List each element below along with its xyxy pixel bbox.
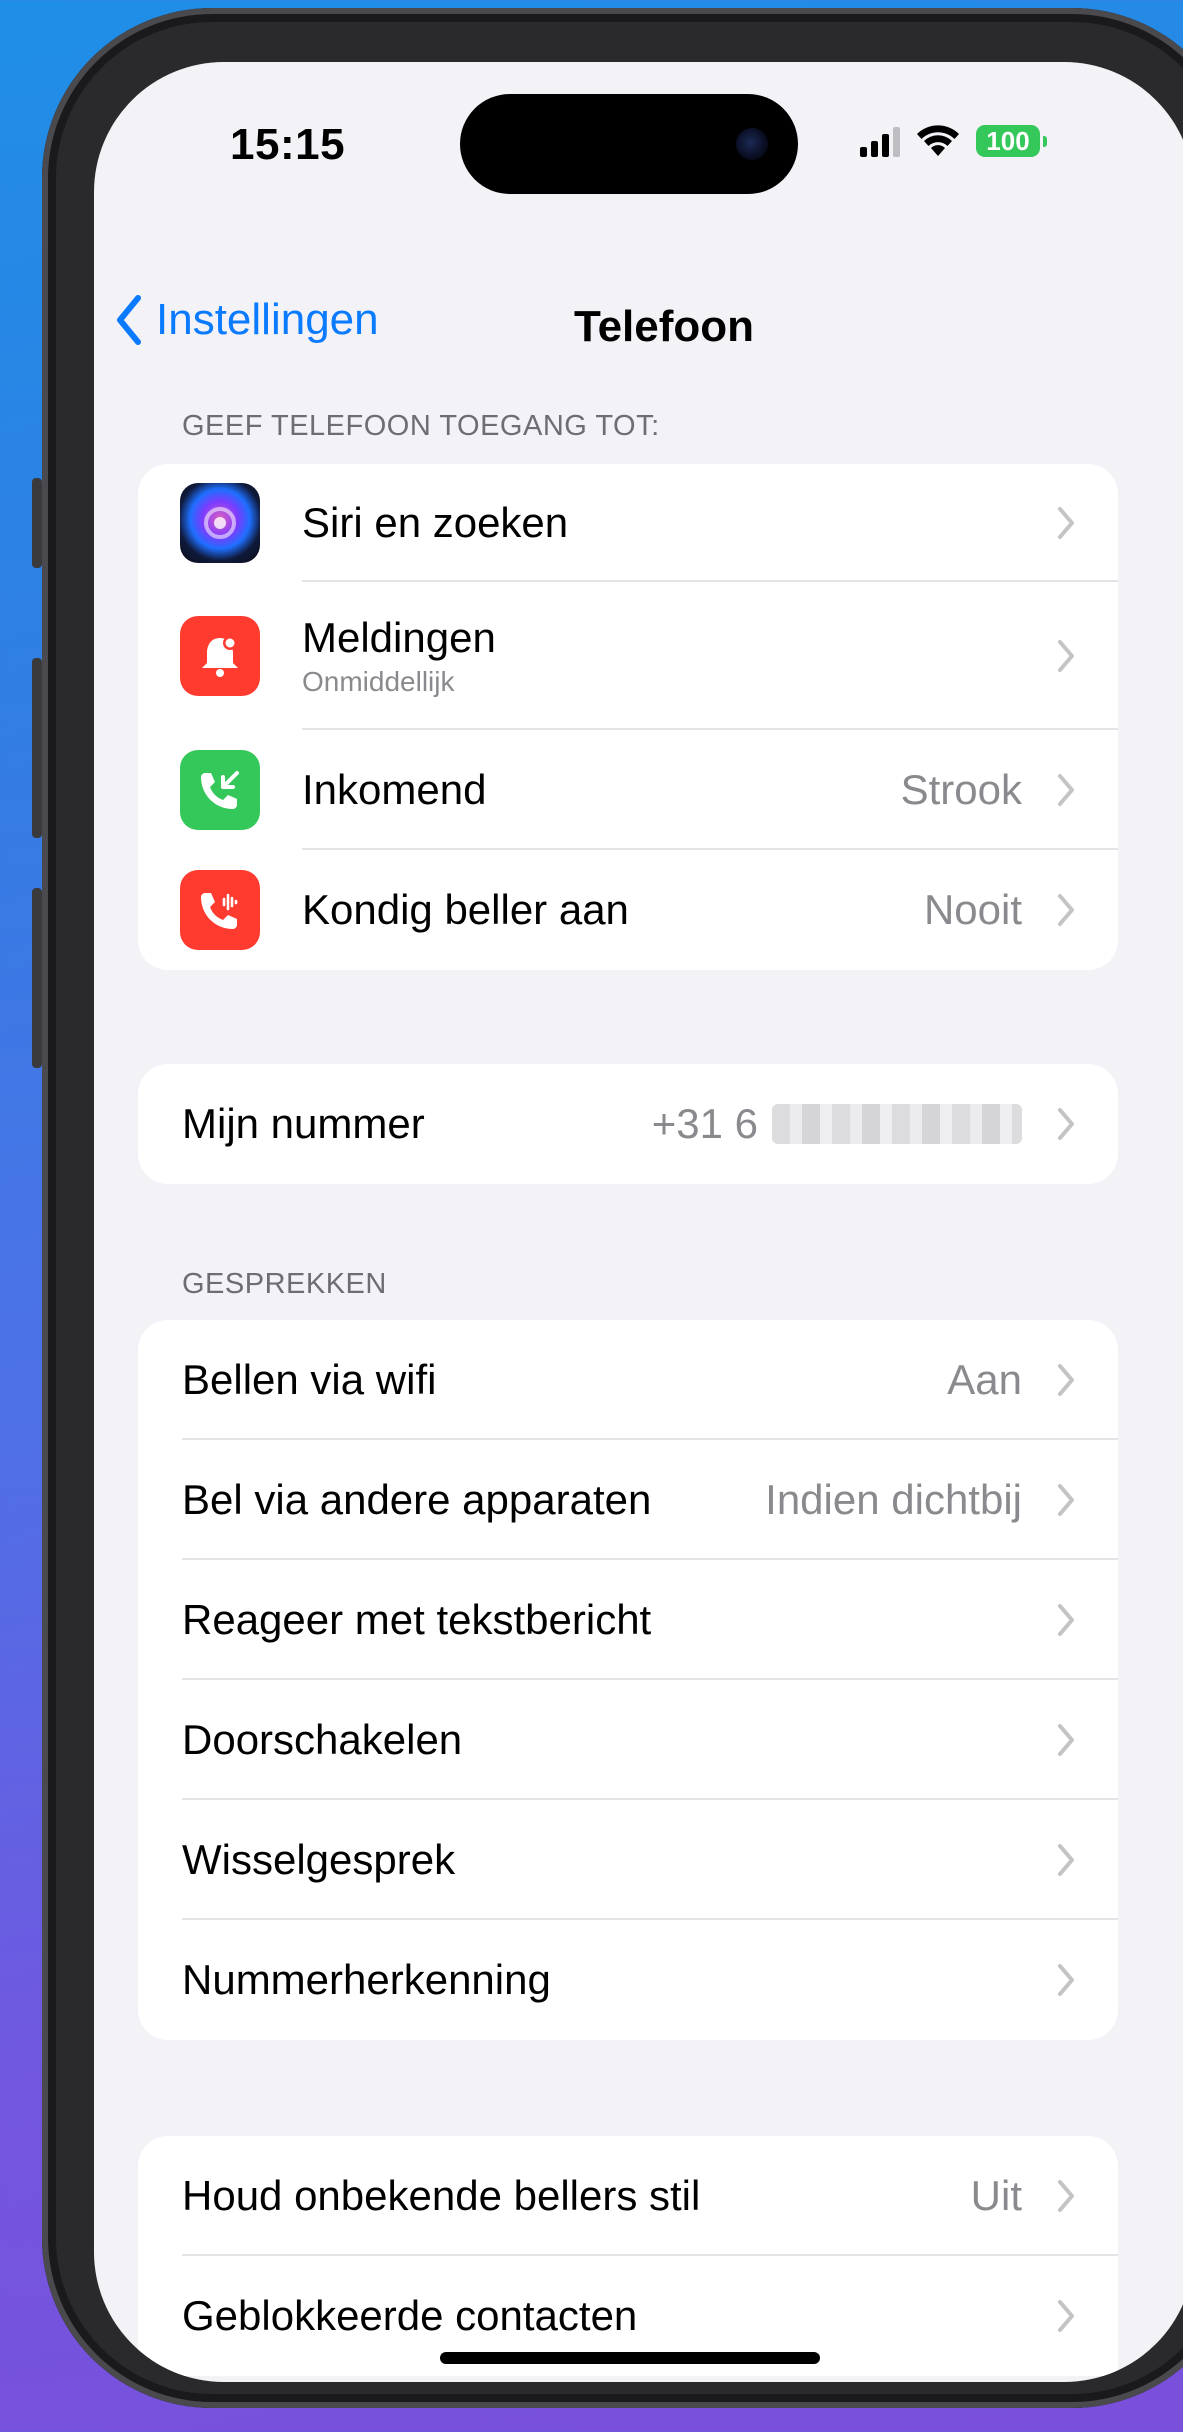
- volume-down-button: [32, 888, 42, 1068]
- list-item-bel-via-andere-apparaten[interactable]: Bel via andere apparaten Indien dichtbij: [138, 1440, 1118, 1560]
- home-indicator[interactable]: [440, 2352, 820, 2364]
- wifi-icon: [917, 125, 959, 156]
- navigation-bar: Instellingen Telefoon: [94, 294, 1183, 364]
- cellular-signal-icon: [860, 125, 900, 157]
- list-item-label: Siri en zoeken: [302, 499, 569, 546]
- chevron-right-icon: [1058, 894, 1074, 926]
- chevron-right-icon: [1058, 2300, 1074, 2332]
- list-item-doorschakelen[interactable]: Doorschakelen: [138, 1680, 1118, 1800]
- chevron-right-icon: [1058, 1364, 1074, 1396]
- dynamic-island: [460, 94, 798, 194]
- volume-up-button: [32, 658, 42, 838]
- list-item-value: Indien dichtbij: [765, 1476, 1022, 1523]
- chevron-right-icon: [1058, 1964, 1074, 1996]
- list-item-nummerherkenning[interactable]: Nummerherkenning: [138, 1920, 1118, 2040]
- page-title: Telefoon: [573, 302, 755, 351]
- chevron-right-icon: [1058, 1844, 1074, 1876]
- chevron-right-icon: [1058, 2180, 1074, 2212]
- chevron-right-icon: [1058, 1604, 1074, 1636]
- status-indicators: 100: [860, 124, 1047, 158]
- list-item-value: Strook: [900, 766, 1022, 813]
- list-item-label: Inkomend: [302, 766, 487, 813]
- list-item-siri[interactable]: Siri en zoeken: [138, 464, 1118, 582]
- list-item-label: Kondig beller aan: [302, 886, 629, 933]
- list-item-houd-onbekende-bellers-stil[interactable]: Houd onbekende bellers stil Uit: [138, 2136, 1118, 2256]
- chevron-right-icon: [1058, 1108, 1074, 1140]
- list-item-inkomend[interactable]: Inkomend Strook: [138, 730, 1118, 850]
- phone-number-prefix: +31 6: [651, 1100, 758, 1147]
- list-item-wisselgesprek[interactable]: Wisselgesprek: [138, 1800, 1118, 1920]
- list-item-label: Nummerherkenning: [182, 1956, 551, 2003]
- battery-icon: 100: [976, 125, 1047, 157]
- access-group: Siri en zoeken Meldingen Onmiddellijk In…: [138, 464, 1118, 970]
- list-item-value: Aan: [947, 1356, 1022, 1403]
- list-item-label: Bellen via wifi: [182, 1356, 437, 1403]
- list-item-label: Reageer met tekstbericht: [182, 1596, 652, 1643]
- status-time: 15:15: [230, 120, 346, 169]
- announce-caller-icon: [180, 870, 260, 950]
- chevron-right-icon: [1058, 1484, 1074, 1516]
- section-header-access: GEEF TELEFOON TOEGANG TOT:: [182, 410, 660, 442]
- list-item-subtitle: Onmiddellijk: [302, 666, 455, 697]
- list-item-label: Wisselgesprek: [182, 1836, 456, 1883]
- list-item-label: Doorschakelen: [182, 1716, 463, 1763]
- phone-number-value: +31 6: [652, 1100, 1022, 1148]
- list-item-label: Geblokkeerde contacten: [182, 2292, 638, 2339]
- section-header-calls: GESPREKKEN: [182, 1268, 387, 1300]
- calls-group: Bellen via wifi Aan Bel via andere appar…: [138, 1320, 1118, 2040]
- screen: 15:15 100 Instellingen Telefoon GEEF TEL…: [94, 62, 1183, 2382]
- blocking-group: Houd onbekende bellers stil Uit Geblokke…: [138, 2136, 1118, 2376]
- chevron-right-icon: [1058, 640, 1074, 672]
- list-item-meldingen[interactable]: Meldingen Onmiddellijk: [138, 582, 1118, 730]
- list-item-value: Uit: [970, 2172, 1022, 2219]
- list-item-reageer-met-tekstbericht[interactable]: Reageer met tekstbericht: [138, 1560, 1118, 1680]
- list-item-label: Meldingen: [302, 614, 496, 661]
- action-button: [32, 478, 42, 568]
- siri-icon: [180, 483, 260, 563]
- list-item-label: Bel via andere apparaten: [182, 1476, 652, 1523]
- list-item-value: Nooit: [923, 886, 1022, 933]
- list-item-kondig-beller-aan[interactable]: Kondig beller aan Nooit: [138, 850, 1118, 970]
- chevron-right-icon: [1058, 1724, 1074, 1756]
- redacted-phone-number: [772, 1104, 1022, 1144]
- list-item-label: Houd onbekende bellers stil: [182, 2172, 701, 2219]
- chevron-right-icon: [1058, 774, 1074, 806]
- front-camera: [736, 128, 768, 160]
- incoming-call-icon: [180, 750, 260, 830]
- my-number-group: Mijn nummer +31 6: [138, 1064, 1118, 1184]
- list-item-label: Mijn nummer: [182, 1100, 425, 1147]
- notifications-bell-icon: [180, 616, 260, 696]
- chevron-right-icon: [1058, 507, 1074, 539]
- list-item-bellen-via-wifi[interactable]: Bellen via wifi Aan: [138, 1320, 1118, 1440]
- list-item-mijn-nummer[interactable]: Mijn nummer +31 6: [138, 1064, 1118, 1184]
